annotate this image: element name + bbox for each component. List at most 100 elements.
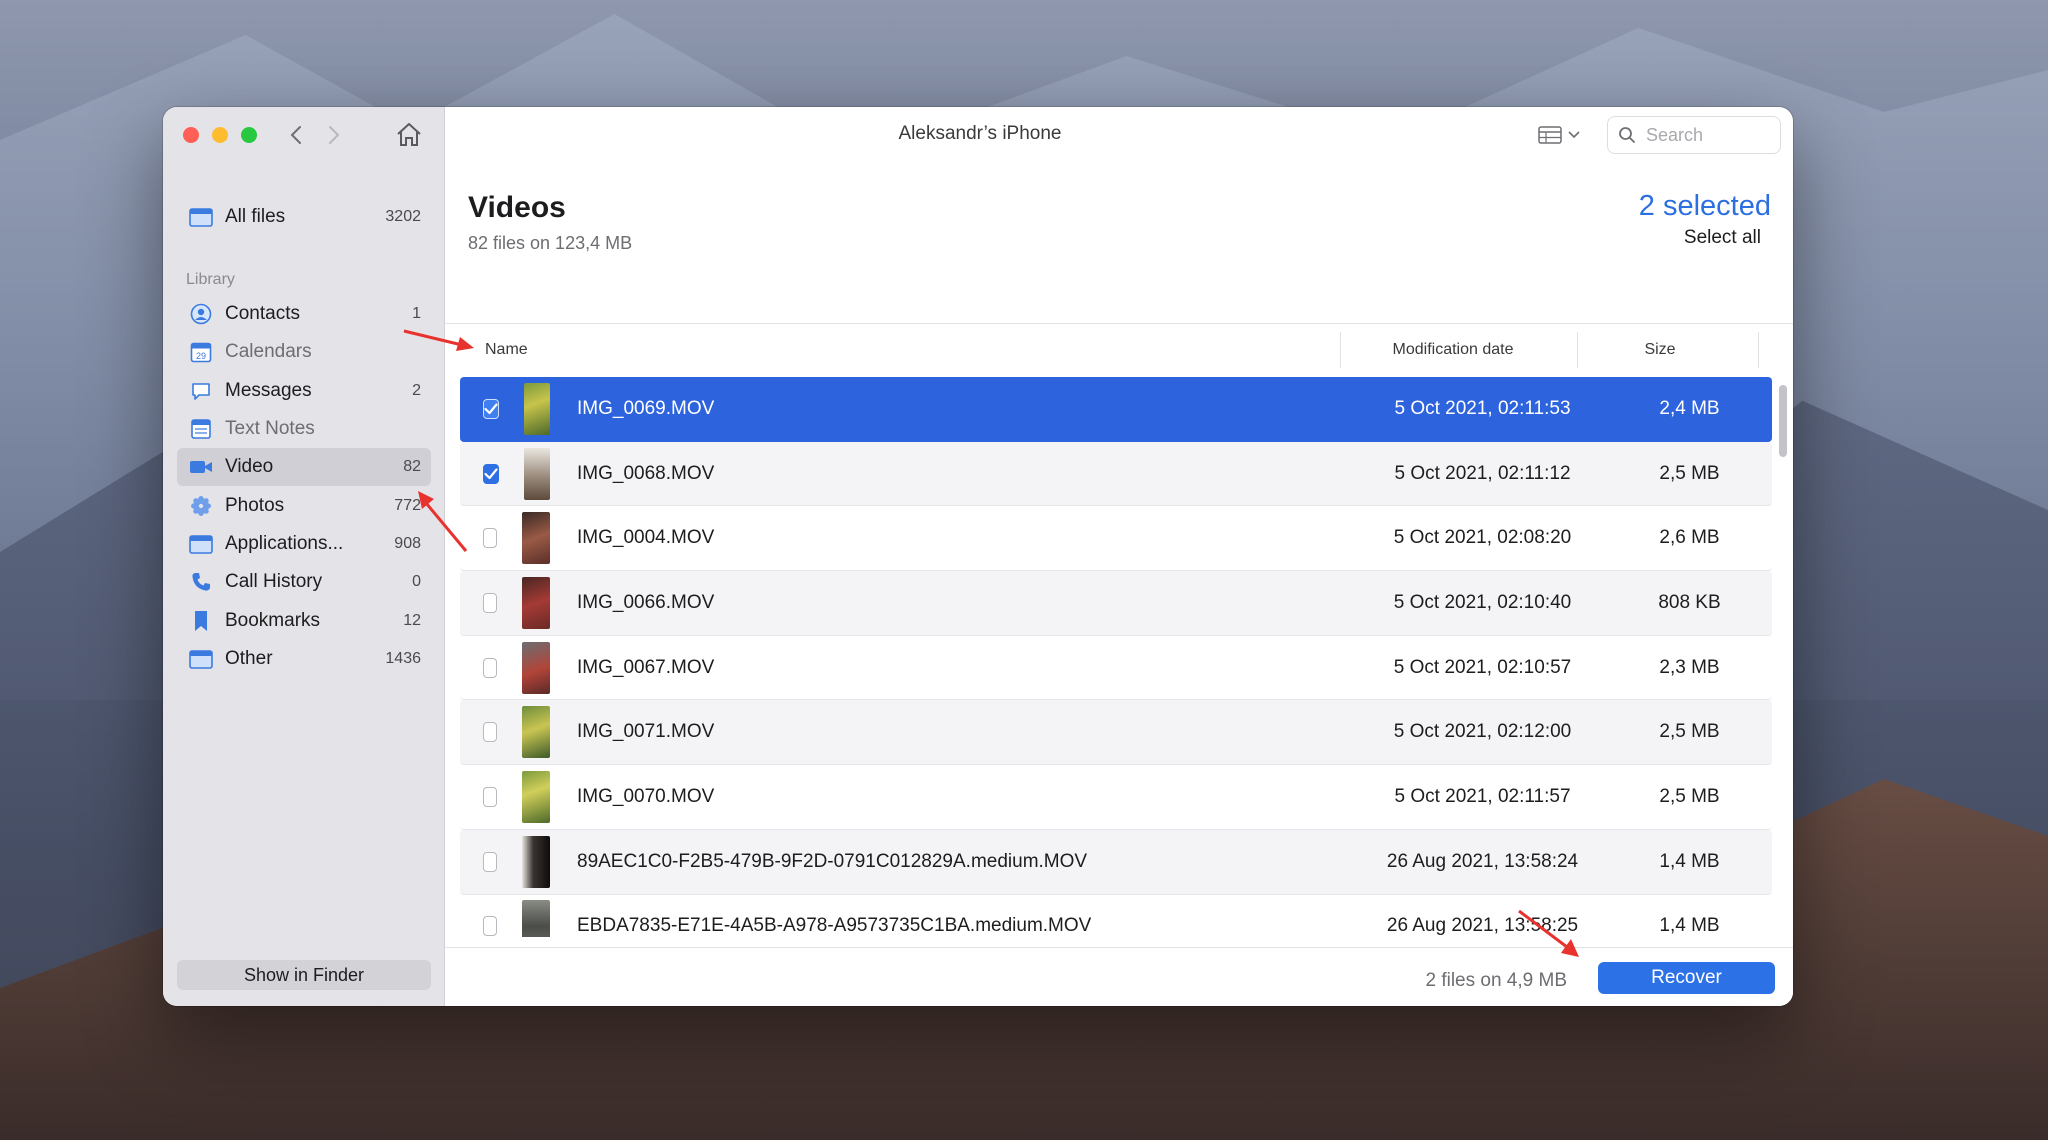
chevron-down-icon [1568, 131, 1580, 139]
row-checkbox[interactable] [483, 722, 498, 743]
file-name: IMG_0071.MOV [577, 721, 715, 743]
table-row[interactable]: IMG_0070.MOV 5 Oct 2021, 02:11:57 2,5 MB [460, 765, 1772, 830]
phone-icon [189, 570, 213, 594]
sidebar-item-contacts[interactable]: Contacts 1 [177, 295, 431, 333]
video-thumbnail [522, 641, 550, 694]
column-header-date[interactable]: Modification date [1340, 332, 1565, 368]
recover-button[interactable]: Recover [1598, 962, 1775, 994]
sidebar-item-count: 2 [412, 381, 421, 399]
checkmark-icon [484, 467, 498, 479]
home-button[interactable] [395, 121, 425, 149]
sidebar-item-other[interactable]: Other 1436 [177, 640, 431, 678]
file-date: 5 Oct 2021, 02:10:40 [1393, 591, 1572, 613]
applications-icon [189, 532, 213, 556]
file-name: IMG_0068.MOV [577, 462, 715, 484]
sidebar-item-label: Messages [225, 379, 312, 401]
file-name: IMG_0069.MOV [577, 397, 715, 419]
file-date: 5 Oct 2021, 02:11:12 [1394, 462, 1571, 484]
row-checkbox[interactable] [483, 528, 498, 549]
close-window-button[interactable] [183, 127, 199, 143]
table-row[interactable]: 89AEC1C0-F2B5-479B-9F2D-0791C012829A.med… [460, 829, 1772, 895]
show-in-finder-button[interactable]: Show in Finder [177, 960, 431, 990]
search-input[interactable] [1646, 124, 1756, 146]
file-size: 2,3 MB [1659, 656, 1720, 678]
search-icon [1619, 127, 1635, 143]
select-all-button[interactable]: Select all [1684, 227, 1761, 249]
video-thumbnail [522, 576, 550, 629]
scrollbar-thumb[interactable] [1779, 385, 1787, 457]
file-name: 89AEC1C0-F2B5-479B-9F2D-0791C012829A.med… [577, 850, 1088, 872]
notes-icon [189, 417, 213, 441]
page-title: Videos [468, 191, 566, 224]
sidebar-item-count: 12 [403, 611, 421, 629]
video-thumbnail [522, 770, 550, 823]
sidebar-list: Contacts 1 29 Calendars Messages 2 Text Notes V… [177, 295, 431, 678]
zoom-window-button[interactable] [241, 127, 257, 143]
file-date: 5 Oct 2021, 02:10:57 [1393, 656, 1572, 678]
row-checkbox[interactable] [483, 851, 498, 872]
sidebar-item-photos[interactable]: Photos 772 [177, 486, 431, 524]
selection-summary: 2 files on 4,9 MB [1425, 970, 1567, 991]
sidebar-item-video[interactable]: Video 82 [177, 448, 431, 487]
row-checkbox[interactable] [483, 657, 498, 678]
table-row[interactable]: IMG_0067.MOV 5 Oct 2021, 02:10:57 2,3 MB [460, 635, 1772, 701]
file-date: 26 Aug 2021, 13:58:24 [1386, 850, 1579, 872]
minimize-window-button[interactable] [212, 127, 228, 143]
sidebar-item-bookmarks[interactable]: Bookmarks 12 [177, 601, 431, 639]
table-row[interactable]: IMG_0071.MOV 5 Oct 2021, 02:12:00 2,5 MB [460, 700, 1772, 766]
sidebar-item-count: 82 [403, 458, 421, 476]
row-checkbox[interactable] [483, 786, 498, 807]
sidebar-item-all-files[interactable]: All files 3202 [177, 199, 431, 235]
sidebar-item-applications[interactable]: Applications... 908 [177, 525, 431, 563]
table-row[interactable]: IMG_0066.MOV 5 Oct 2021, 02:10:40 808 KB [460, 571, 1772, 636]
file-size: 1,4 MB [1659, 850, 1720, 872]
row-checkbox[interactable] [483, 916, 498, 937]
table-row[interactable]: IMG_0068.MOV 5 Oct 2021, 02:11:12 2,5 MB [460, 441, 1772, 507]
table-view-icon [1538, 126, 1562, 144]
sidebar-item-calendars[interactable]: 29 Calendars [177, 333, 431, 371]
sidebar-item-label: Video [225, 456, 274, 478]
svg-text:29: 29 [196, 351, 206, 361]
sidebar-item-messages[interactable]: Messages 2 [177, 372, 431, 410]
sidebar-item-label: Text Notes [225, 418, 315, 440]
table-row[interactable]: IMG_0069.MOV 5 Oct 2021, 02:11:53 2,4 MB [460, 377, 1772, 442]
annotation-arrow-video [418, 491, 468, 552]
sidebar-item-text-notes[interactable]: Text Notes [177, 410, 431, 448]
vertical-scrollbar[interactable] [1778, 377, 1788, 937]
person-circle-icon [189, 302, 213, 326]
row-checkbox[interactable] [483, 398, 499, 419]
sidebar-item-label: Contacts [225, 303, 300, 325]
annotation-arrow-recover [1518, 909, 1579, 957]
file-date: 5 Oct 2021, 02:11:57 [1394, 785, 1571, 807]
back-button[interactable] [283, 121, 309, 149]
chevron-left-icon [290, 126, 301, 144]
annotation-arrow-checkbox [403, 329, 474, 351]
sidebar-item-label: Bookmarks [225, 609, 321, 631]
column-header-size[interactable]: Size [1577, 332, 1742, 368]
sidebar-item-label: Photos [225, 494, 285, 516]
home-icon [397, 123, 421, 146]
sidebar-item-label: Calendars [225, 341, 312, 363]
file-size: 1,4 MB [1659, 915, 1720, 937]
table-row[interactable]: IMG_0004.MOV 5 Oct 2021, 02:08:20 2,6 MB [460, 506, 1772, 572]
video-thumbnail [522, 835, 550, 888]
row-checkbox[interactable] [483, 463, 499, 484]
file-date: 5 Oct 2021, 02:11:53 [1394, 397, 1571, 419]
column-header-name[interactable]: Name [485, 332, 528, 368]
sidebar-item-count: 0 [412, 573, 421, 591]
view-options-button[interactable] [1538, 123, 1590, 147]
file-list: IMG_0069.MOV 5 Oct 2021, 02:11:53 2,4 MB IM… [460, 377, 1772, 937]
video-thumbnail [524, 382, 550, 435]
titlebar: Aleksandr’s iPhone [163, 107, 1793, 163]
file-size: 2,5 MB [1659, 462, 1720, 484]
sidebar-item-call-history[interactable]: Call History 0 [177, 563, 431, 601]
row-checkbox[interactable] [483, 592, 498, 613]
file-name: EBDA7835-E71E-4A5B-A978-A9573735C1BA.med… [577, 915, 1092, 937]
sidebar-item-label: All files [225, 206, 286, 227]
file-size: 2,5 MB [1659, 721, 1720, 743]
file-size: 808 KB [1658, 591, 1721, 613]
file-date: 5 Oct 2021, 02:12:00 [1393, 721, 1572, 743]
forward-button[interactable] [321, 121, 347, 149]
sidebar-item-label: Applications... [225, 532, 344, 554]
search-field[interactable] [1607, 116, 1781, 154]
